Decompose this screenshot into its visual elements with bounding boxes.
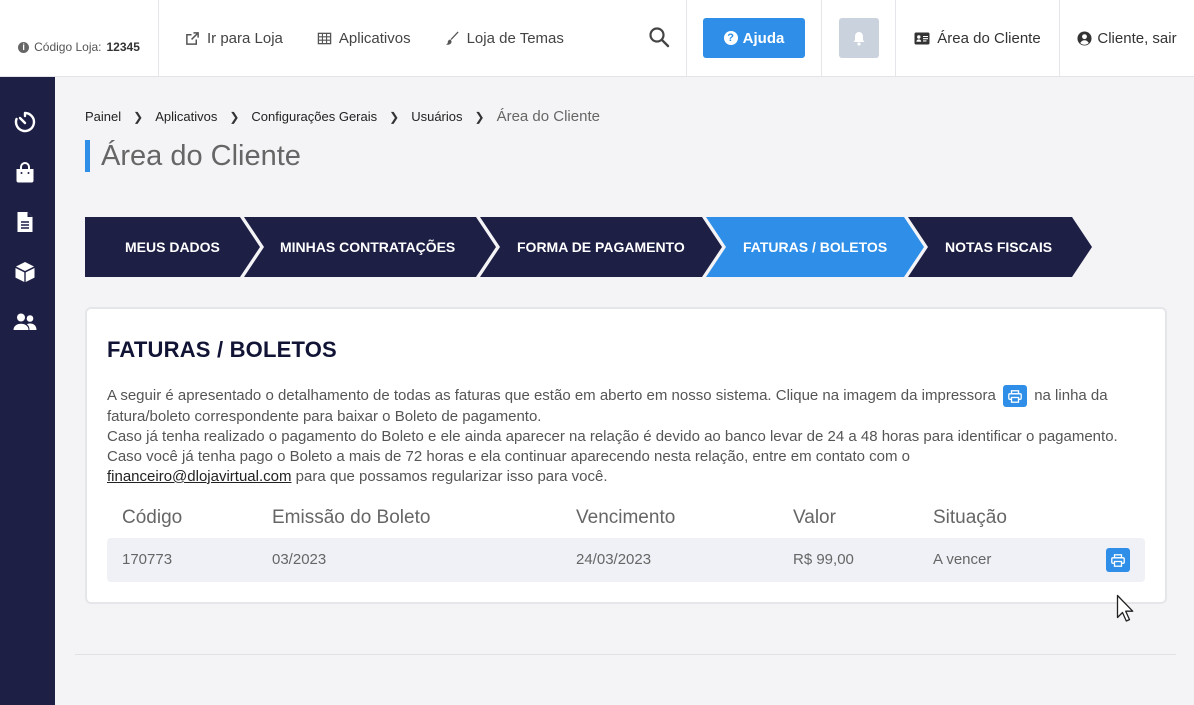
finance-email-link[interactable]: financeiro@dlojavirtual.com [107,468,291,485]
breadcrumb-usuarios[interactable]: Usuários [411,109,462,124]
cell-vencimento: 24/03/2023 [576,551,652,568]
invoices-card: FATURAS / BOLETOS A seguir é apresentado… [85,307,1167,604]
header-valor: Valor [793,507,836,528]
help-label: Ajuda [742,29,785,47]
tab-meus-dados[interactable]: MEUS DADOS [125,217,220,277]
shopping-bag-icon[interactable] [13,161,37,185]
footer-divider [75,654,1176,655]
chevron-right-icon: ❯ [474,109,485,124]
user-logout-label: Cliente, sair [1097,29,1177,47]
top-links: Ir para Loja Aplicativos Loja de Temas [159,0,687,76]
breadcrumb-aplicativos[interactable]: Aplicativos [155,109,217,124]
tab-forma-pagamento[interactable]: FORMA DE PAGAMENTO [517,217,685,277]
external-link-icon [186,31,199,45]
store-code-label: Código Loja: [34,40,102,54]
mouse-cursor-icon [1116,594,1134,622]
box-icon[interactable] [13,260,37,284]
help-container: ? Ajuda [687,0,822,76]
apps-label: Aplicativos [338,29,411,47]
breadcrumb-painel[interactable]: Painel [85,109,121,124]
question-icon: ? [723,31,738,45]
apps-link[interactable]: Aplicativos [317,30,411,47]
header-situacao: Situação [933,507,1007,528]
go-to-store-link[interactable]: Ir para Loja [185,30,283,47]
search-icon[interactable] [648,26,670,48]
tab-minhas-contratacoes[interactable]: MINHAS CONTRATAÇÕES [280,217,455,277]
header-vencimento: Vencimento [576,507,676,528]
help-button[interactable]: ? Ajuda [703,18,805,58]
cell-valor: R$ 99,00 [793,551,854,568]
breadcrumb-current: Área do Cliente [496,108,600,125]
print-boleto-button[interactable] [1106,548,1130,572]
theme-store-link[interactable]: Loja de Temas [445,30,564,47]
tab-notas-fiscais[interactable]: NOTAS FISCAIS [945,217,1052,277]
description-part-4: para que possamos regularizar isso para … [295,468,608,485]
sidebar [0,77,55,705]
table-row: 170773 03/2023 24/03/2023 R$ 99,00 A ven… [107,538,1145,582]
tab-faturas-boletos[interactable]: FATURAS / BOLETOS [743,217,887,277]
dashboard-timer-icon[interactable] [13,110,37,134]
printer-icon-inline [1003,385,1028,407]
user-logout-link[interactable]: Cliente, sair [1060,0,1194,76]
header-emissao: Emissão do Boleto [272,507,431,528]
printer-icon [1111,553,1125,567]
table-header: Código Emissão do Boleto Vencimento Valo… [107,507,1145,533]
page-title: Área do Cliente [85,140,301,172]
header-codigo: Código [122,507,183,528]
grid-icon [317,32,332,44]
user-circle-icon [1077,30,1092,46]
go-to-store-label: Ir para Loja [207,29,283,47]
chevron-right-icon: ❯ [229,109,240,124]
description-part-3: Caso já tenha realizado o pagamento do B… [107,428,1118,465]
store-code-value: 12345 [106,40,140,54]
breadcrumb-configuracoes[interactable]: Configurações Gerais [251,109,377,124]
chevron-right-icon: ❯ [389,109,400,124]
description-part-1: A seguir é apresentado o detalhamento de… [107,386,996,404]
tabs-bar: MEUS DADOS MINHAS CONTRATAÇÕES FORMA DE … [85,217,1095,277]
client-area-label: Área do Cliente [937,29,1041,47]
theme-store-label: Loja de Temas [466,29,564,47]
document-icon[interactable] [13,210,37,234]
cell-codigo: 170773 [122,551,173,568]
chevron-right-icon: ❯ [133,109,144,124]
info-icon: i [18,41,30,53]
notifications-container [822,0,896,76]
top-bar: i Código Loja: 12345 Ir para Loja Aplica… [0,0,1194,77]
breadcrumb: Painel ❯ Aplicativos ❯ Configurações Ger… [85,108,600,125]
id-card-icon [914,32,930,44]
store-code: i Código Loja: 12345 [0,0,159,76]
card-description: A seguir é apresentado o detalhamento de… [107,385,1147,487]
card-title: FATURAS / BOLETOS [107,337,337,362]
cell-situacao: A vencer [933,551,992,568]
brush-icon [445,30,459,45]
notifications-button[interactable] [838,18,879,58]
client-area-link[interactable]: Área do Cliente [896,0,1060,76]
users-icon[interactable] [13,310,37,334]
cell-emissao: 03/2023 [272,551,327,568]
bell-icon [853,31,864,46]
